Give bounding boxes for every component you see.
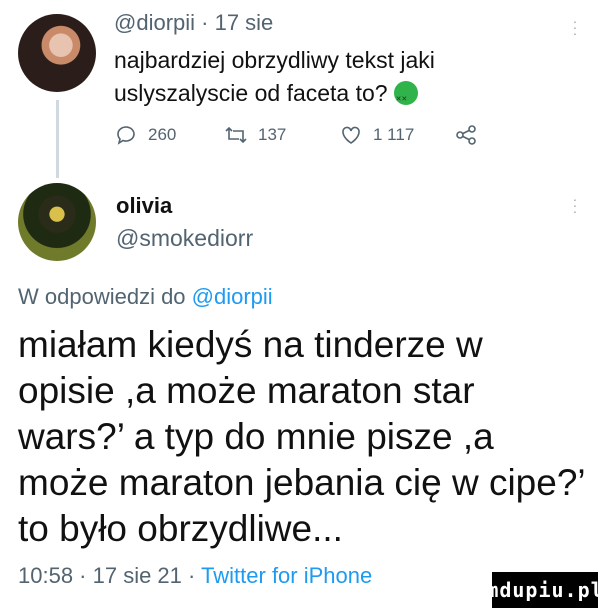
tweet1-text-line: uslyszalyscie od faceta to?: [114, 77, 554, 116]
tweet2-text-line: może maraton jebania cię w cipe?’: [18, 462, 586, 503]
like-count: 1 117: [373, 125, 415, 144]
nauseated-face-icon: [393, 81, 418, 116]
tweet2-source-link[interactable]: Twitter for iPhone: [201, 563, 372, 588]
reply-icon: [117, 126, 135, 145]
tweet1-text-line: najbardziej obrzydliwy tekst jaki: [114, 47, 435, 73]
share-button[interactable]: [454, 120, 478, 150]
tweet2-text-line: wars?’ a typ do mnie pisze ,a: [18, 416, 494, 457]
tweet1-text-line2: uslyszalyscie od faceta to?: [114, 80, 388, 106]
tweet2-handle[interactable]: @smokediorr: [116, 225, 253, 252]
more-options-icon[interactable]: · · ·: [572, 192, 578, 218]
avatar-diorpii[interactable]: [18, 14, 96, 92]
tweet2-display-name[interactable]: olivia: [116, 193, 172, 219]
heart-icon: [342, 126, 360, 144]
more-options-icon[interactable]: · · ·: [572, 14, 578, 40]
retweet-button[interactable]: 137: [224, 120, 286, 150]
like-button[interactable]: 1 117: [339, 120, 414, 150]
tweet2-timestamp[interactable]: 10:58 · 17 sie 21 ·: [18, 563, 201, 588]
tweet1-actions: 260 137 1 117: [114, 120, 514, 150]
tweet2-metadata: 10:58 · 17 sie 21 · Twitter for iPhone: [18, 563, 372, 589]
tweet2-text-line: to było obrzydliwe...: [18, 508, 343, 549]
reply-to-prefix: W odpowiedzi do: [18, 284, 192, 309]
watermark-logo: mdupiu.pl: [486, 572, 600, 608]
reply-count: 260: [148, 125, 177, 144]
tweet1-handle-time[interactable]: @diorpii · 17 sie: [114, 10, 273, 36]
avatar-olivia[interactable]: [18, 183, 96, 261]
tweet1-text: najbardziej obrzydliwy tekst jaki uslysz…: [114, 44, 554, 116]
reply-to-handle-link[interactable]: @diorpii: [192, 284, 273, 309]
retweet-icon: [225, 126, 247, 144]
reply-to-line: W odpowiedzi do @diorpii: [18, 284, 273, 310]
share-icon: [456, 125, 476, 145]
tweet2-text-line: miałam kiedyś na tinderze w: [18, 324, 483, 365]
retweet-count: 137: [258, 125, 287, 144]
thread-connector-line: [56, 100, 59, 178]
tweet2-text: miałam kiedyś na tinderze w opisie ,a mo…: [18, 322, 588, 552]
tweet2-text-line: opisie ,a może maraton star: [18, 370, 475, 411]
reply-button[interactable]: 260: [114, 120, 176, 150]
